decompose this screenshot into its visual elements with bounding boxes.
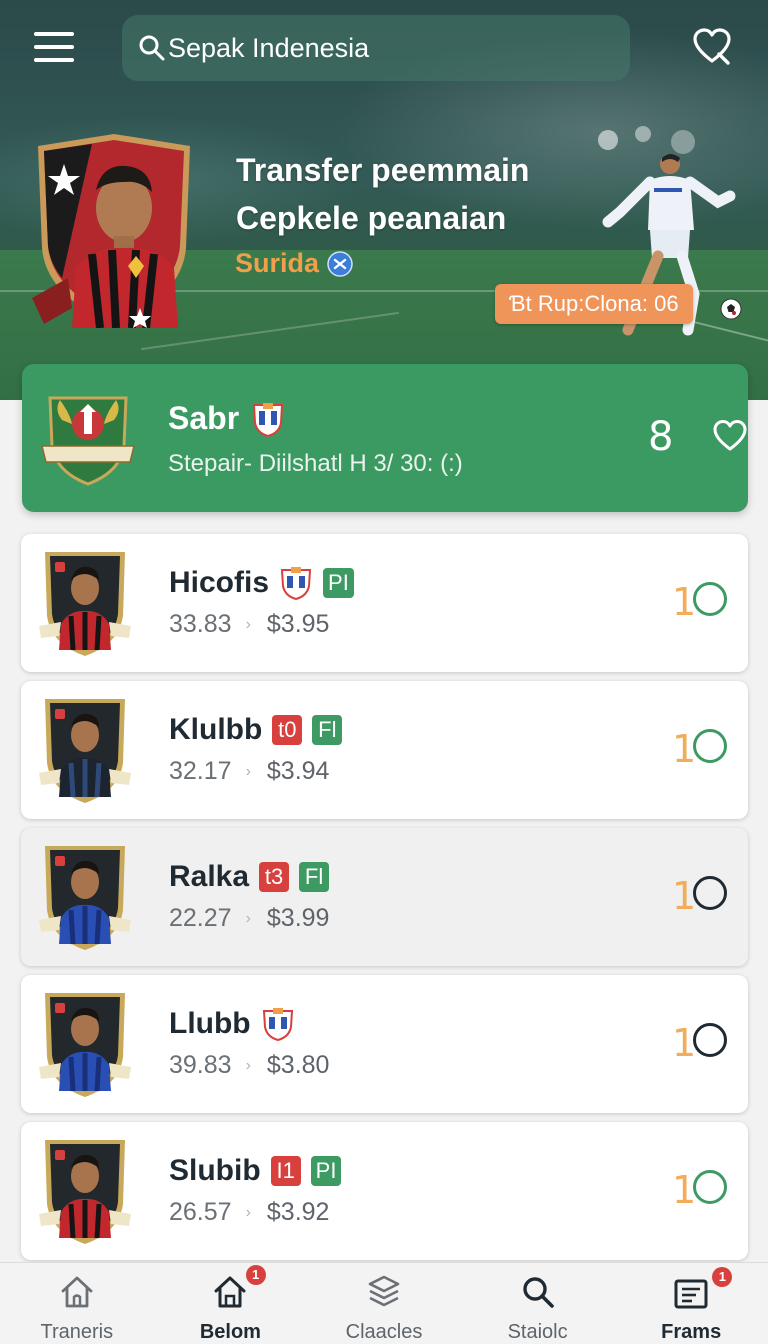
featured-club-name: Sabr (168, 400, 240, 436)
select-circle-toggle[interactable] (693, 729, 727, 763)
hero-subtitle: Surida (235, 248, 353, 279)
player-name: Slubib (169, 1154, 261, 1187)
menu-bar (34, 45, 74, 49)
featured-club-info: Stepair- Diilshatl H 3/ 30: (:) (168, 450, 463, 477)
nav-tab-frams[interactable]: 1 Frams (614, 1263, 768, 1344)
house-badge-icon (214, 1276, 246, 1308)
player-tag-green: Fl (299, 862, 330, 892)
nav-label: Claacles (345, 1321, 423, 1343)
player-tag-green: Fl (312, 715, 343, 745)
search-icon (139, 35, 165, 61)
notification-badge: 1 (245, 1265, 266, 1285)
player-value: 33.83 (169, 610, 232, 638)
nav-label: Belom (199, 1321, 261, 1343)
featured-club-card[interactable]: Sabr Stepair- Diilshatl H 3/ 30: (:) 8 (22, 364, 748, 512)
home-icon (61, 1276, 93, 1308)
player-name-row: Klulbb t0 Fl (169, 713, 343, 747)
player-card[interactable]: Slubib I1 PI 26.57 › $3.92 1 (21, 1122, 748, 1260)
player-values-row: 26.57 › $3.92 (169, 1198, 329, 1227)
chevron-right-icon: › (245, 1056, 251, 1074)
player-tag-red: t3 (259, 862, 290, 892)
search-input[interactable] (168, 32, 608, 64)
player-card[interactable]: Llubb 39.83 › $3.80 1 (21, 975, 748, 1113)
player-value: 22.27 (169, 904, 232, 932)
player-name: Llubb (169, 1007, 251, 1040)
player-tag-red: t0 (272, 715, 303, 745)
hero-subtitle-text: Surida (235, 248, 320, 278)
player-values-row: 33.83 › $3.95 (169, 610, 329, 639)
select-circle-toggle[interactable] (693, 876, 727, 910)
featured-club-name-row: Sabr (168, 400, 285, 437)
hero-banner: Transfer peemmain Cepkele peanaian Surid… (0, 0, 768, 400)
player-card[interactable]: Ralka t3 Fl 22.27 › $3.99 1 (21, 828, 748, 966)
player-card[interactable]: Hicofis PI 33.83 › $3.95 1 (21, 534, 748, 672)
player-values-row: 22.27 › $3.99 (169, 904, 329, 933)
player-values-row: 32.17 › $3.94 (169, 757, 329, 786)
player-price: $3.99 (266, 904, 330, 932)
player-name-row: Slubib I1 PI (169, 1154, 342, 1188)
player-tag-red: I1 (270, 1156, 301, 1186)
price-badge: Ɓt Rup:Clona: 06 (495, 284, 693, 324)
football-icon (720, 298, 742, 320)
nav-label: Traneris (40, 1321, 114, 1343)
player-shield-avatar (39, 552, 131, 656)
menu-bar (34, 58, 74, 62)
verified-badge-icon (327, 250, 353, 277)
nav-tab-belom[interactable]: 1 Belom (154, 1263, 308, 1344)
player-price: $3.80 (266, 1051, 330, 1079)
player-price: $3.94 (266, 757, 330, 785)
player-card[interactable]: Klulbb t0 Fl 32.17 › $3.94 1 (21, 681, 748, 819)
layers-icon (368, 1275, 400, 1307)
chevron-right-icon: › (245, 909, 251, 927)
document-icon (674, 1279, 708, 1309)
heart-search-icon[interactable] (692, 27, 732, 67)
bottom-navigation: Traneris 1 Belom Claacles Staiolc 1 Fram… (0, 1262, 768, 1344)
player-price: $3.92 (266, 1198, 330, 1226)
player-shield-avatar (32, 134, 190, 328)
chevron-right-icon: › (245, 615, 251, 633)
search-bar[interactable] (122, 15, 630, 81)
player-tag-green: PI (323, 568, 354, 598)
nav-tab-staiolc[interactable]: Staiolc (461, 1263, 615, 1344)
player-value: 39.83 (169, 1051, 232, 1079)
player-name: Hicofis (169, 566, 270, 599)
nav-label: Frams (661, 1321, 722, 1343)
player-values-row: 39.83 › $3.80 (169, 1051, 329, 1080)
select-circle-toggle[interactable] (693, 582, 727, 616)
club-crest-icon (41, 396, 135, 486)
search-icon (522, 1277, 554, 1308)
chevron-right-icon: › (245, 762, 251, 780)
featured-count: 8 (648, 414, 674, 460)
player-shield-avatar (39, 846, 131, 950)
player-price: $3.95 (266, 610, 330, 638)
player-name-row: Llubb (169, 1007, 295, 1041)
player-value: 26.57 (169, 1198, 232, 1226)
hero-title-line2: Cepkele peanaian (236, 200, 507, 236)
player-shield-avatar (39, 1140, 131, 1244)
notification-badge: 1 (712, 1267, 733, 1287)
nav-tab-claacles[interactable]: Claacles (307, 1263, 461, 1344)
player-name-row: Hicofis PI (169, 566, 354, 600)
club-badge-icon (253, 402, 284, 437)
nav-tab-traneris[interactable]: Traneris (0, 1263, 154, 1344)
hero-title-line1: Transfer peemmain (236, 152, 530, 188)
nav-label: Staiolc (507, 1321, 568, 1343)
player-shield-avatar (39, 993, 131, 1097)
chevron-right-icon: › (245, 1203, 251, 1221)
menu-bar (34, 32, 74, 36)
player-name: Klulbb (169, 713, 263, 746)
player-shield-avatar (39, 699, 131, 803)
player-name-row: Ralka t3 Fl (169, 860, 330, 894)
favorite-heart-icon[interactable] (712, 418, 748, 454)
select-circle-toggle[interactable] (693, 1023, 727, 1057)
player-value: 32.17 (169, 757, 232, 785)
hamburger-menu-button[interactable] (34, 30, 76, 66)
player-tag-green: PI (310, 1156, 342, 1186)
club-badge-icon (280, 567, 312, 600)
select-circle-toggle[interactable] (693, 1170, 727, 1204)
player-name: Ralka (169, 860, 250, 893)
club-badge-icon (262, 1008, 293, 1041)
